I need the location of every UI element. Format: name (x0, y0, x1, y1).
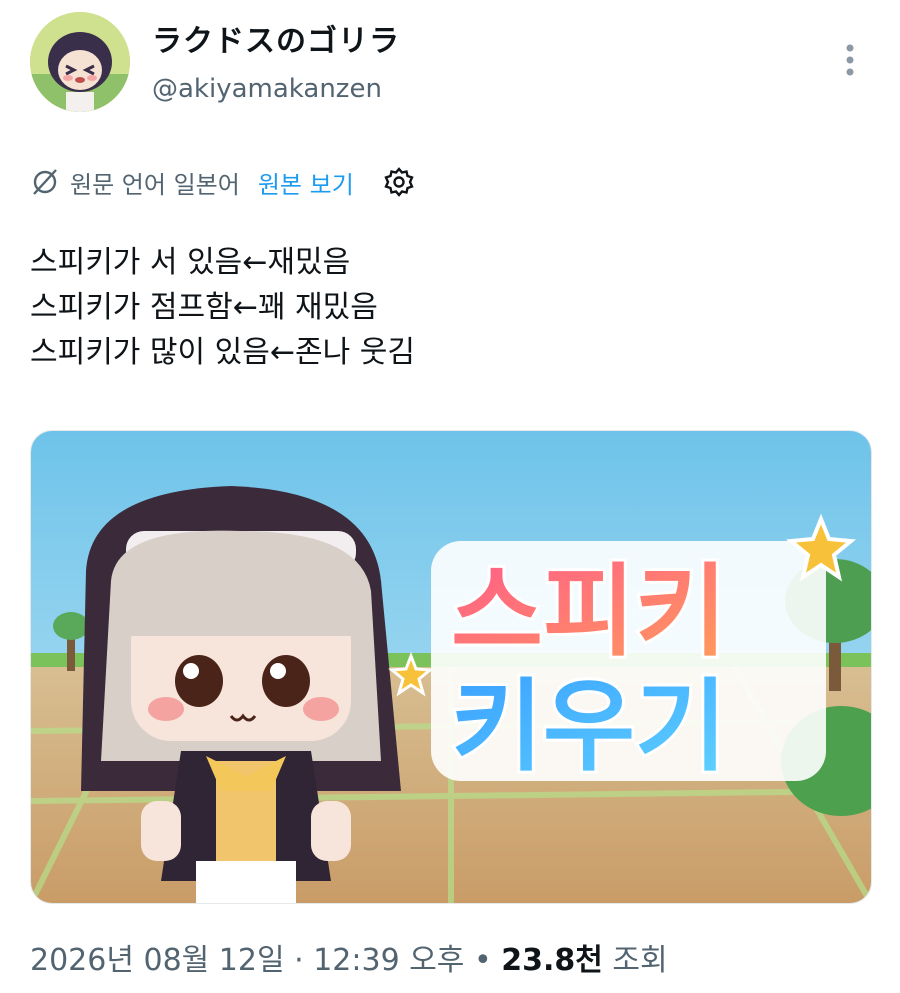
tweet-line: 스피키가 많이 있음←존나 웃김 (30, 335, 415, 370)
game-title-logo: 스피키 키우기 (388, 513, 857, 788)
more-options-button[interactable] (838, 40, 862, 80)
separator-dot: · (294, 943, 304, 978)
tweet-line: 스피키가 서 있음←재밌음 (30, 245, 351, 280)
view-label: 조회 (612, 943, 668, 978)
svg-text:스피키: 스피키 (451, 553, 727, 670)
tweet-metadata: 2026년 08월 12일 · 12:39 오후 • 23.8천 조회 (30, 935, 668, 981)
translate-icon (33, 169, 57, 195)
translation-bar: 원문 언어 일본어 원본 보기 (30, 162, 416, 202)
tweet-header: ラクドスのゴリラ @akiyamakanzen (0, 0, 900, 130)
avatar-image (30, 12, 130, 112)
tweet-date[interactable]: 2026년 08월 12일 (30, 943, 285, 978)
display-name[interactable]: ラクドスのゴリラ (152, 16, 400, 60)
svg-text:키우기: 키우기 (451, 668, 727, 785)
separator-dot: • (473, 943, 492, 978)
tweet-line: 스피키가 점프함←꽤 재밌음 (30, 290, 378, 325)
gear-icon[interactable] (382, 165, 416, 199)
show-original-link[interactable]: 원본 보기 (258, 165, 354, 200)
source-language-label: 원문 언어 일본어 (70, 170, 240, 199)
tweet-media-image[interactable]: 스피키 키우기 (30, 430, 872, 904)
tweet-time[interactable]: 12:39 오후 (313, 943, 464, 978)
avatar[interactable] (30, 12, 130, 112)
view-count: 23.8천 (501, 943, 603, 978)
tweet-text: 스피키가 서 있음←재밌음 스피키가 점프함←꽤 재밌음 스피키가 많이 있음←… (30, 240, 870, 375)
more-vertical-icon (846, 44, 854, 76)
user-handle[interactable]: @akiyamakanzen (152, 74, 382, 104)
game-key-art: 스피키 키우기 (31, 431, 871, 903)
